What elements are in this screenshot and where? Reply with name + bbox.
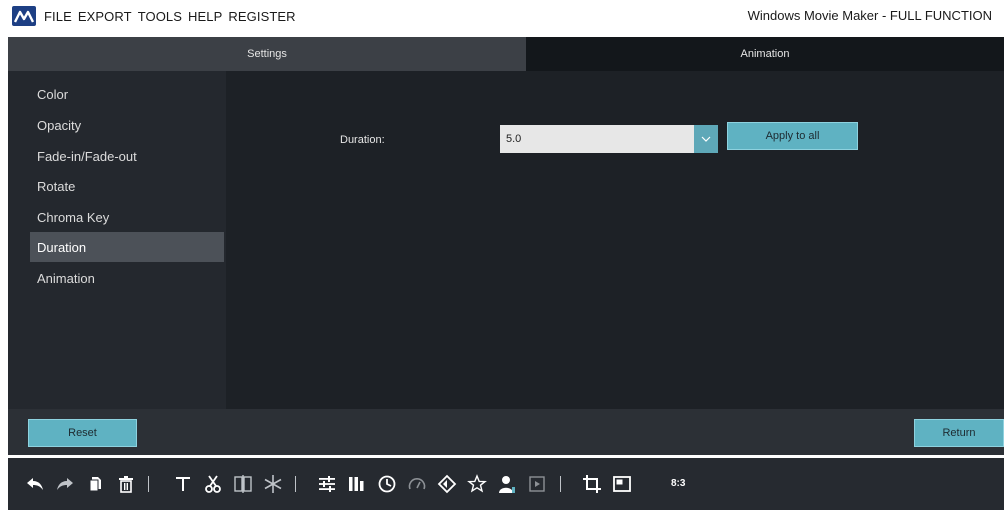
text-icon[interactable] (173, 474, 193, 494)
sidebar-item-animation[interactable]: Animation (30, 263, 224, 293)
freeze-icon[interactable] (263, 474, 283, 494)
app-logo-icon[interactable] (12, 6, 36, 26)
copy-icon[interactable] (86, 474, 106, 494)
sidebar-item-chroma-key[interactable]: Chroma Key (30, 202, 224, 232)
adjust-icon[interactable] (317, 474, 337, 494)
chevron-down-icon[interactable] (694, 125, 718, 153)
reset-button[interactable]: Reset (28, 419, 137, 447)
star-icon[interactable] (467, 474, 487, 494)
tab-animation[interactable]: Animation (526, 37, 1004, 71)
speed-icon[interactable] (407, 474, 427, 494)
duration-label: Duration: (340, 134, 385, 146)
tab-bar: Settings Animation (8, 37, 1004, 71)
sidebar-item-duration[interactable]: Duration (30, 232, 224, 262)
menu-tools[interactable]: TOOLS (138, 9, 182, 24)
return-button[interactable]: Return (914, 419, 1004, 447)
rotate-icon[interactable] (437, 474, 457, 494)
menu-items: FILE EXPORT TOOLS HELP REGISTER (44, 9, 302, 24)
toolbar-divider (295, 476, 296, 492)
split-icon[interactable] (233, 474, 253, 494)
toolbar-divider (148, 476, 149, 492)
clock-icon[interactable] (377, 474, 397, 494)
duration-select[interactable]: 5.0 (500, 125, 718, 153)
menu-bar: FILE EXPORT TOOLS HELP REGISTER Windows … (0, 0, 1004, 32)
crop-icon[interactable] (582, 474, 602, 494)
equalizer-icon[interactable] (347, 474, 367, 494)
aspect-ratio-label[interactable]: 8:3 (671, 478, 685, 489)
main-panel: Settings Animation Color Opacity Fade-in… (8, 37, 1004, 455)
app-title: Windows Movie Maker - FULL FUNCTION (747, 8, 992, 23)
person-icon[interactable] (497, 474, 517, 494)
sidebar-item-fade[interactable]: Fade-in/Fade-out (30, 141, 224, 171)
redo-icon[interactable] (55, 474, 75, 494)
menu-export[interactable]: EXPORT (78, 9, 132, 24)
sidebar: Color Opacity Fade-in/Fade-out Rotate Ch… (8, 71, 226, 409)
apply-to-all-button[interactable]: Apply to all (727, 122, 858, 150)
toolbar-divider (560, 476, 561, 492)
menu-register[interactable]: REGISTER (228, 9, 295, 24)
sidebar-item-opacity[interactable]: Opacity (30, 110, 224, 140)
bottom-bar: Reset Return (8, 409, 1004, 455)
media-icon[interactable] (527, 474, 547, 494)
menu-help[interactable]: HELP (188, 9, 222, 24)
undo-icon[interactable] (25, 474, 45, 494)
cut-icon[interactable] (203, 474, 223, 494)
mosaic-icon[interactable] (612, 474, 632, 494)
settings-content: Duration: 5.0 Apply to all (226, 71, 1004, 409)
sidebar-item-rotate[interactable]: Rotate (30, 171, 224, 201)
editing-toolbar: 8:3 (8, 458, 1004, 510)
duration-value: 5.0 (506, 133, 522, 145)
sidebar-item-color[interactable]: Color (30, 79, 224, 109)
menu-file[interactable]: FILE (44, 9, 72, 24)
delete-icon[interactable] (116, 474, 136, 494)
tab-settings[interactable]: Settings (8, 37, 526, 71)
